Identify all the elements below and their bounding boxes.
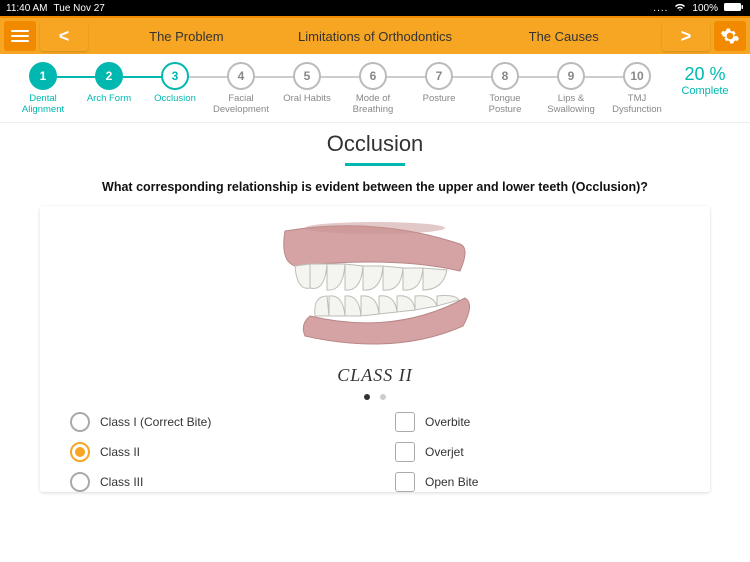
top-nav: < The Problem Limitations of Orthodontic… [0, 16, 750, 54]
step-8[interactable]: 8 Tongue Posture [472, 62, 538, 116]
step-circle: 5 [293, 62, 321, 90]
radio-icon [70, 442, 90, 462]
checkbox-option[interactable]: Open Bite [395, 472, 680, 492]
radio-label: Class I (Correct Bite) [100, 415, 211, 429]
battery-icon [724, 2, 744, 15]
step-circle: 1 [29, 62, 57, 90]
tab-problem[interactable]: The Problem [92, 21, 281, 52]
step-circle: 7 [425, 62, 453, 90]
status-dots-icon: .... [653, 3, 668, 14]
step-circle: 4 [227, 62, 255, 90]
checkbox-icon [395, 442, 415, 462]
radio-icon [70, 472, 90, 492]
step-circle: 9 [557, 62, 585, 90]
checkbox-option[interactable]: Overbite [395, 412, 680, 432]
progress-stepper: 1 Dental Alignment 2 Arch Form 3 Occlusion 4 Fa… [0, 54, 750, 123]
step-circle: 8 [491, 62, 519, 90]
step-label: Oral Habits [283, 94, 331, 105]
page-dot[interactable] [380, 394, 386, 400]
checkbox-label: Open Bite [425, 475, 478, 489]
settings-button[interactable] [714, 21, 746, 51]
tab-limitations[interactable]: Limitations of Orthodontics [281, 21, 470, 52]
step-circle: 6 [359, 62, 387, 90]
step-label: Tongue Posture [475, 94, 535, 116]
step-2[interactable]: 2 Arch Form [76, 62, 142, 105]
step-label: TMJ Dysfunction [607, 94, 667, 116]
checkbox-option[interactable]: Overjet [395, 442, 680, 462]
radio-icon [70, 412, 90, 432]
question-card: CLASS II Class I (Correct Bite) Class II C… [40, 206, 710, 492]
page-dots [70, 394, 680, 400]
next-button[interactable]: > [662, 21, 710, 51]
step-label: Arch Form [87, 94, 131, 105]
step-4[interactable]: 4 Facial Development [208, 62, 274, 116]
section-title: Occlusion [40, 131, 710, 157]
illustration-caption: CLASS II [255, 365, 495, 386]
menu-button[interactable] [4, 21, 36, 51]
checkbox-icon [395, 472, 415, 492]
content: Occlusion What corresponding relationshi… [0, 123, 750, 502]
step-label: Occlusion [154, 94, 196, 105]
radio-option[interactable]: Class II [70, 442, 355, 462]
step-label: Facial Development [211, 94, 271, 116]
question-text: What corresponding relationship is evide… [40, 180, 710, 194]
step-7[interactable]: 7 Posture [406, 62, 472, 105]
radio-label: Class III [100, 475, 143, 489]
page-dot[interactable] [364, 394, 370, 400]
prev-button[interactable]: < [40, 21, 88, 51]
step-10[interactable]: 10 TMJ Dysfunction [604, 62, 670, 116]
step-label: Dental Alignment [13, 94, 73, 116]
radio-label: Class II [100, 445, 140, 459]
step-circle: 2 [95, 62, 123, 90]
checkbox-label: Overbite [425, 415, 470, 429]
step-3[interactable]: 3 Occlusion [142, 62, 208, 105]
radio-option[interactable]: Class I (Correct Bite) [70, 412, 355, 432]
step-6[interactable]: 6 Mode of Breathing [340, 62, 406, 116]
title-underline [345, 163, 405, 166]
nav-tabs: The Problem Limitations of Orthodontics … [92, 21, 658, 52]
step-label: Mode of Breathing [343, 94, 403, 116]
battery-pct: 100% [692, 3, 718, 14]
completion-indicator: 20 % Complete [670, 62, 740, 97]
radio-option[interactable]: Class III [70, 472, 355, 492]
checkbox-icon [395, 412, 415, 432]
step-9[interactable]: 9 Lips & Swallowing [538, 62, 604, 116]
step-circle: 3 [161, 62, 189, 90]
status-time: 11:40 AM [6, 3, 48, 14]
step-circle: 10 [623, 62, 651, 90]
occlusion-illustration: CLASS II [255, 216, 495, 386]
wifi-icon [674, 2, 686, 15]
completion-label: Complete [670, 85, 740, 97]
step-label: Lips & Swallowing [541, 94, 601, 116]
status-date: Tue Nov 27 [54, 3, 105, 14]
options: Class I (Correct Bite)Class IIClass III … [70, 412, 680, 492]
tab-causes[interactable]: The Causes [469, 21, 658, 52]
completion-pct: 20 % [670, 64, 740, 85]
step-label: Posture [423, 94, 456, 105]
status-bar: 11:40 AM Tue Nov 27 .... 100% [0, 0, 750, 16]
step-1[interactable]: 1 Dental Alignment [10, 62, 76, 116]
gear-icon [720, 26, 740, 46]
checkbox-label: Overjet [425, 445, 464, 459]
step-5[interactable]: 5 Oral Habits [274, 62, 340, 105]
